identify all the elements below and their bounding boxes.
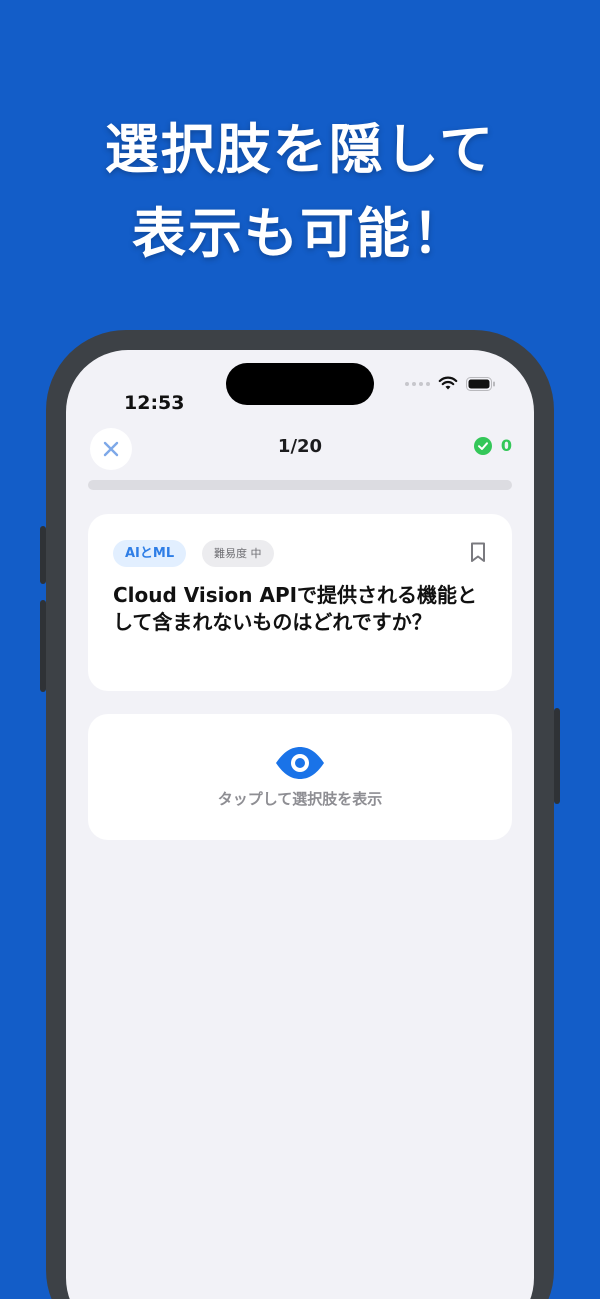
promo-headline: 選択肢を隠して 表示も可能！ [0,108,600,276]
question-progress: 1/20 [277,436,323,457]
wifi-icon [438,376,458,390]
signal-dots-icon [405,381,430,386]
category-tag: AIとML [113,540,187,567]
phone-side-button [554,708,560,804]
dynamic-island [226,363,374,405]
question-card: AIとML 難易度 中 Cloud Vision APIで提供される機能として含… [88,514,512,691]
correct-count: 0 [500,436,512,455]
progress-bar [88,480,512,490]
phone-side-button [40,526,46,584]
question-text: Cloud Vision APIで提供される機能として含まれないものはどれですか… [113,583,478,634]
bookmark-icon[interactable] [470,542,486,563]
reveal-choices-label: タップして選択肢を表示 [217,790,383,808]
difficulty-tag: 難易度 中 [202,540,274,567]
promo-headline-line1: 選択肢を隠して [104,118,496,181]
status-time: 12:53 [124,392,185,414]
eye-icon [276,747,324,779]
phone-frame: 12:53 1/20 0 AIとML 難易度 中 Cloud Vision AP… [40,330,560,1299]
reveal-choices-button[interactable]: タップして選択肢を表示 [88,714,512,840]
promo-headline-line2: 表示も可能！ [132,202,468,265]
check-circle-icon [473,436,492,455]
battery-icon [466,376,495,391]
app-screen: 12:53 1/20 0 AIとML 難易度 中 Cloud Vision AP… [66,350,534,1299]
correct-counter: 0 [473,436,512,455]
phone-side-button [40,600,46,692]
status-icons [405,376,496,391]
